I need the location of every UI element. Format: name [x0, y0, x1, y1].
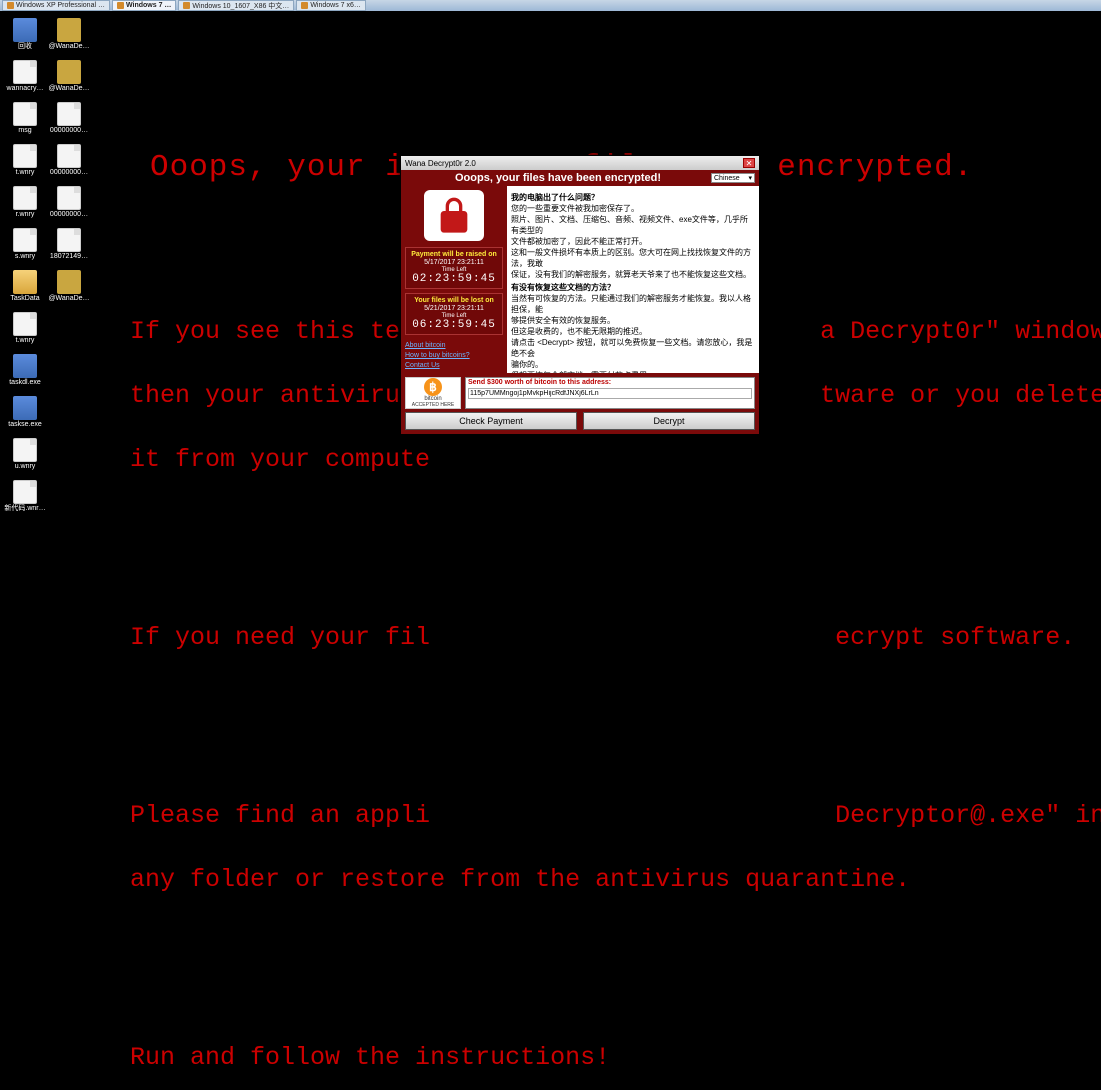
decrypt-button[interactable]: Decrypt — [583, 412, 755, 430]
icon-label: 回收 — [4, 43, 46, 51]
desktop-icon[interactable]: u.wnry — [4, 438, 46, 471]
vm-icon — [301, 2, 308, 9]
desktop-icon[interactable]: r.wnry — [4, 186, 46, 219]
key-icon — [57, 18, 81, 42]
vm-tab[interactable]: Windows 7 x6… — [296, 0, 366, 11]
file-icon — [13, 480, 37, 504]
vm-icon — [7, 2, 14, 9]
how-to-buy-link[interactable]: How to buy bitcoins? — [405, 352, 503, 359]
icon-label: TaskData — [4, 295, 46, 303]
file-icon — [13, 60, 37, 84]
file-icon — [13, 144, 37, 168]
window-titlebar[interactable]: Wana Decrypt0r 2.0 ✕ — [401, 156, 759, 170]
folder-icon — [13, 270, 37, 294]
bitcoin-address-input[interactable] — [468, 388, 752, 399]
icon-label: msg — [4, 127, 46, 135]
about-bitcoin-link[interactable]: About bitcoin — [405, 342, 503, 349]
icon-label: 新代码.wnr… — [4, 505, 46, 513]
bitcoin-icon: ฿ — [424, 378, 442, 396]
files-lost-timer: Your files will be lost on 5/21/2017 23:… — [405, 293, 503, 335]
icon-label: taskdl.exe — [4, 379, 46, 387]
icon-label: t.wnry — [4, 169, 46, 177]
wana-decryptor-window: Wana Decrypt0r 2.0 ✕ Ooops, your files h… — [400, 155, 760, 435]
desktop-icon[interactable]: msg — [4, 102, 46, 135]
icon-label: taskse.exe — [4, 421, 46, 429]
dialog-footer: ฿ bitcoin ACCEPTED HERE Send $300 worth … — [401, 373, 759, 434]
desktop-icon[interactable]: taskse.exe — [4, 396, 46, 429]
vm-tab[interactable]: Windows XP Professional … — [2, 0, 110, 11]
language-select[interactable]: Chinese ▾ — [711, 173, 755, 183]
desktop-icon[interactable]: t.wnry — [4, 312, 46, 345]
key-icon — [57, 60, 81, 84]
dialog-header: Ooops, your files have been encrypted! C… — [401, 170, 759, 186]
icon-label: @WanaDe… — [48, 43, 90, 51]
header-text: Ooops, your files have been encrypted! — [405, 172, 711, 184]
desktop-icon[interactable]: wannacry… — [4, 60, 46, 93]
icon-label: u.wnry — [4, 463, 46, 471]
vm-tab[interactable]: Windows 10_1607_X86 中文… — [178, 0, 294, 11]
vm-icon — [117, 2, 124, 9]
icon-label: s.wnry — [4, 253, 46, 261]
chevron-down-icon: ▾ — [748, 174, 752, 182]
desktop-icon[interactable]: taskdl.exe — [4, 354, 46, 387]
bitcoin-address-box: Send $300 worth of bitcoin to this addre… — [465, 377, 755, 409]
file-icon — [13, 438, 37, 462]
exe-icon — [13, 18, 37, 42]
desktop-icon[interactable]: t.wnry — [4, 144, 46, 177]
vm-tab[interactable]: Windows 7 … — [112, 0, 176, 11]
desktop-icon[interactable]: s.wnry — [4, 228, 46, 261]
desktop-icon[interactable]: 回收 — [4, 18, 46, 51]
icon-label: t.wnry — [4, 337, 46, 345]
file-icon — [13, 102, 37, 126]
lock-icon — [424, 190, 484, 241]
exe-icon — [13, 354, 37, 378]
vm-tab-bar: Windows XP Professional … Windows 7 … Wi… — [0, 0, 1101, 11]
bitcoin-logo: ฿ bitcoin ACCEPTED HERE — [405, 377, 461, 409]
contact-us-link[interactable]: Contact Us — [405, 362, 503, 369]
desktop-icon[interactable]: TaskData — [4, 270, 46, 303]
file-icon — [13, 228, 37, 252]
check-payment-button[interactable]: Check Payment — [405, 412, 577, 430]
payment-instruction: Send $300 worth of bitcoin to this addre… — [466, 378, 754, 387]
help-links: About bitcoin How to buy bitcoins? Conta… — [405, 339, 503, 369]
file-icon — [13, 186, 37, 210]
desktop-icon[interactable]: @WanaDe… — [48, 18, 90, 51]
dialog-left-panel: Payment will be raised on 5/17/2017 23:2… — [401, 186, 507, 373]
icon-label: wannacry… — [4, 85, 46, 93]
file-icon — [13, 312, 37, 336]
window-title: Wana Decrypt0r 2.0 — [405, 159, 476, 168]
desktop-icon[interactable]: 新代码.wnr… — [4, 480, 46, 513]
close-icon[interactable]: ✕ — [743, 158, 755, 168]
payment-raise-timer: Payment will be raised on 5/17/2017 23:2… — [405, 247, 503, 289]
vm-icon — [183, 2, 190, 9]
dialog-body-text: 我的电脑出了什么问题？ 您的一些重要文件被我加密保存了。 照片、图片、文档、压缩… — [507, 186, 759, 373]
exe-icon — [13, 396, 37, 420]
icon-label: r.wnry — [4, 211, 46, 219]
